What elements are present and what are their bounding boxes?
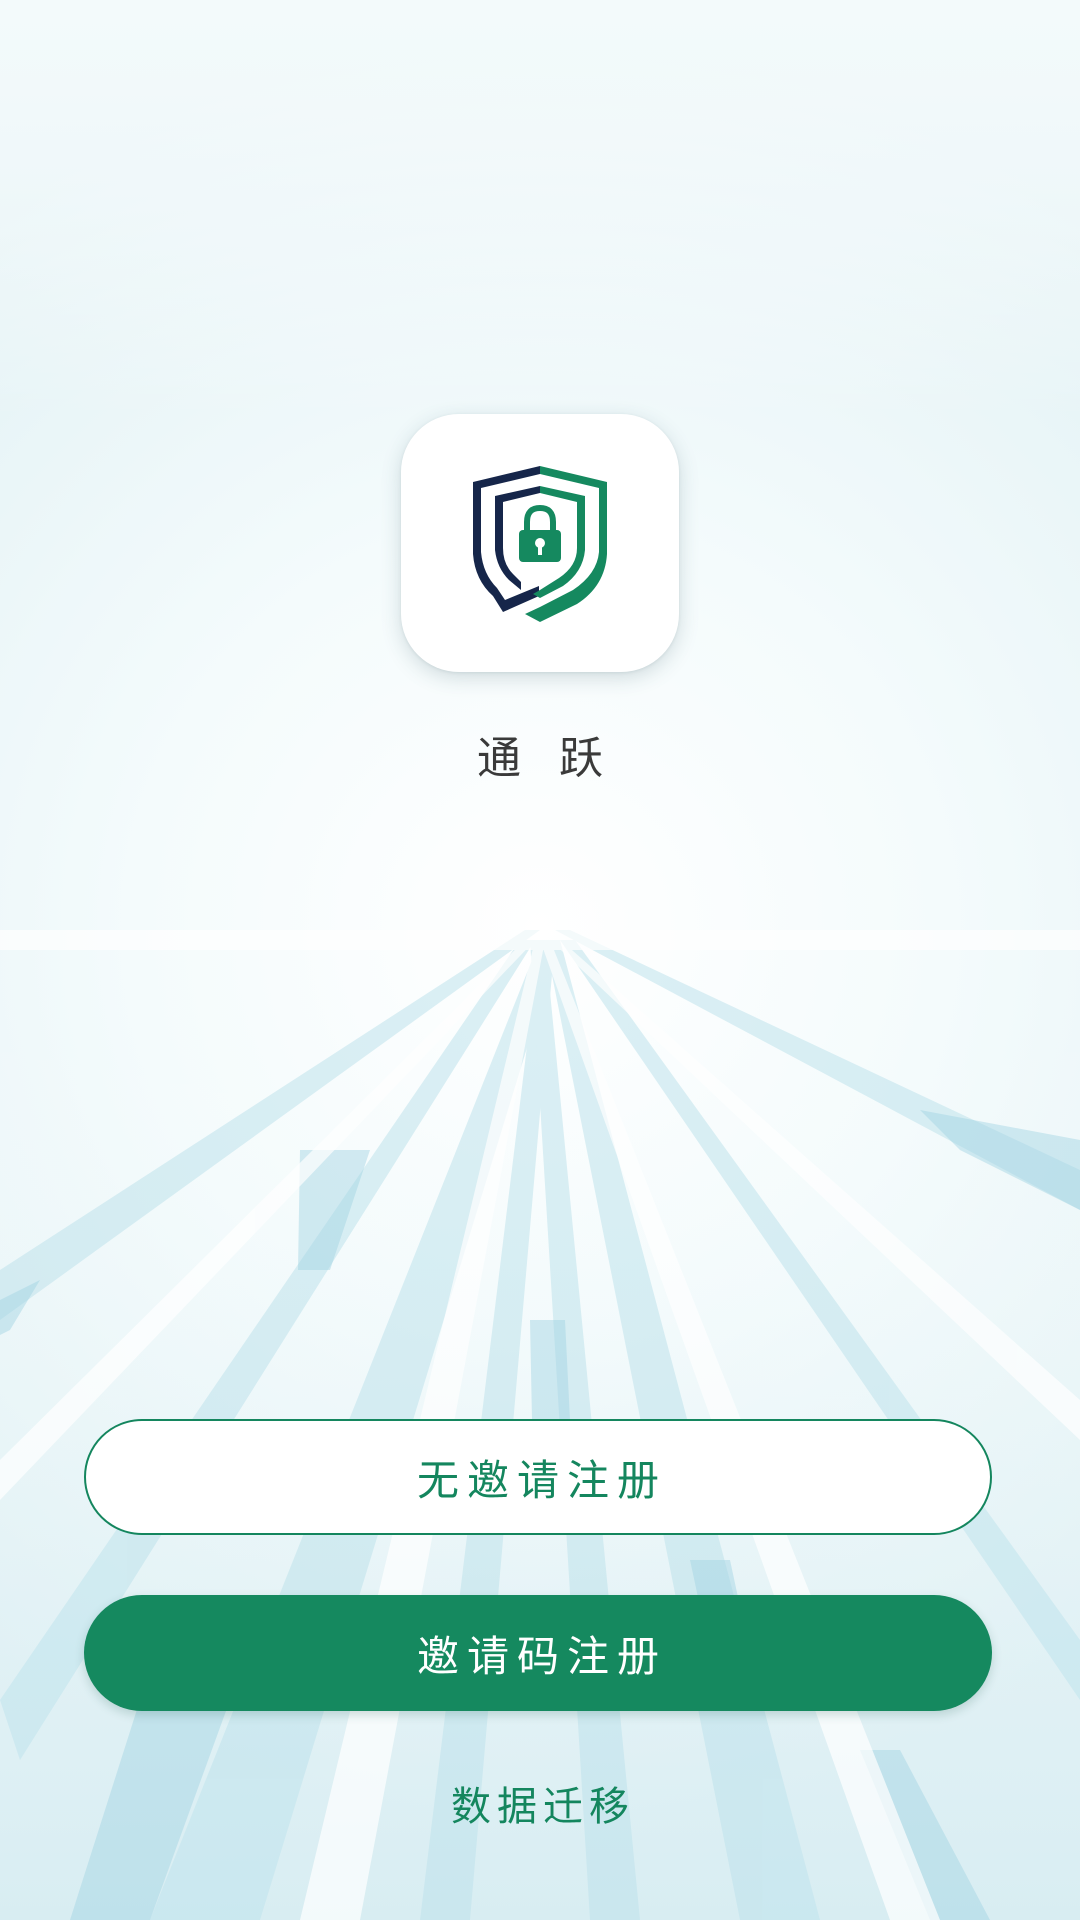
data-migration-link[interactable]: 数据迁移 [0, 1774, 1080, 1832]
no-invite-register-button[interactable]: 无邀请注册 [84, 1419, 992, 1535]
welcome-screen: 通 跃 无邀请注册 邀请码注册 数据迁移 [0, 0, 1080, 1920]
app-name: 通 跃 [477, 733, 615, 784]
shield-lock-icon [473, 466, 607, 622]
app-logo [401, 414, 679, 672]
invite-code-register-button[interactable]: 邀请码注册 [84, 1595, 992, 1711]
